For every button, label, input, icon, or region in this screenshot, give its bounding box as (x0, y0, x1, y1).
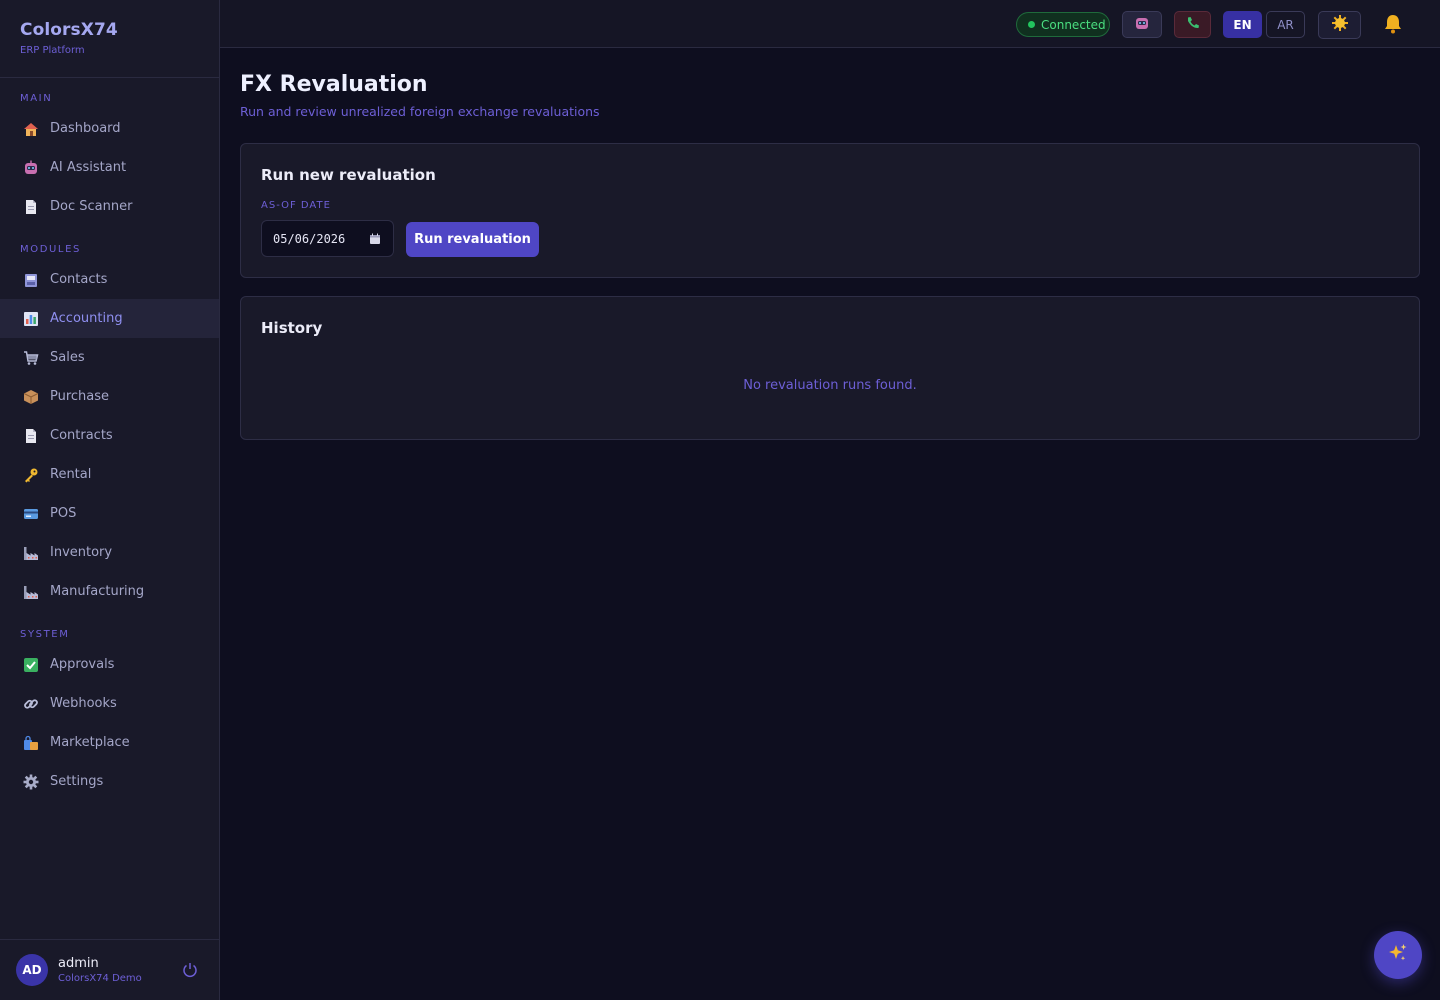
run-revaluation-button[interactable]: Run revaluation (406, 222, 539, 257)
ai-sparkle-button[interactable] (1374, 931, 1422, 979)
sidebar-item-label: Settings (50, 774, 104, 789)
brand-subtitle: ERP Platform (20, 45, 85, 56)
sidebar-item-label: Inventory (50, 545, 113, 560)
sidebar-item-label: Webhooks (50, 696, 117, 711)
brand-title[interactable]: ColorsX74 (20, 20, 199, 40)
sidebar-item-label: Contracts (50, 428, 113, 443)
as-of-date-input[interactable]: 05/06/2026 (261, 220, 394, 257)
shopping-cart-icon (22, 349, 40, 367)
date-value: 05/06/2026 (273, 231, 346, 246)
sidebar-item-doc-scanner[interactable]: Doc Scanner (0, 187, 219, 226)
empty-state-message: No revaluation runs found. (743, 378, 917, 393)
avatar[interactable]: AD (16, 954, 48, 986)
sidebar-item-label: AI Assistant (50, 160, 127, 175)
ai-assistant-button[interactable] (1122, 11, 1162, 38)
topbar: Connected EN AR (220, 0, 1440, 48)
sun-icon (1331, 14, 1349, 36)
document-icon (22, 198, 40, 216)
section-label-system: SYSTEM (20, 629, 70, 640)
factory-icon (22, 544, 40, 562)
page-title: FX Revaluation (240, 72, 428, 97)
connection-status-label: Connected (1041, 17, 1106, 32)
calendar-icon[interactable] (369, 233, 381, 245)
run-revaluation-card: Run new revaluation AS-OF DATE 05/06/202… (240, 143, 1420, 278)
gear-icon (22, 773, 40, 791)
page-subtitle: Run and review unrealized foreign exchan… (240, 104, 600, 119)
power-icon[interactable] (181, 961, 199, 979)
as-of-date-label: AS-OF DATE (261, 200, 331, 211)
sidebar-item-label: POS (50, 506, 77, 521)
sidebar-item-inventory[interactable]: Inventory (0, 533, 219, 572)
address-book-icon (22, 271, 40, 289)
call-button[interactable] (1174, 11, 1211, 38)
shopping-bags-icon (22, 734, 40, 752)
sidebar-item-label: Dashboard (50, 121, 121, 136)
sidebar-item-label: Marketplace (50, 735, 130, 750)
robot-icon (1134, 15, 1150, 35)
sidebar-item-manufacturing[interactable]: Manufacturing (0, 572, 219, 611)
user-org: ColorsX74 Demo (58, 973, 142, 984)
language-ar-button[interactable]: AR (1266, 11, 1305, 38)
check-box-icon (22, 656, 40, 674)
main-content: FX Revaluation Run and review unrealized… (240, 48, 1420, 440)
section-label-modules: MODULES (20, 244, 81, 255)
sidebar-item-label: Rental (50, 467, 92, 482)
sidebar-item-accounting[interactable]: Accounting (0, 299, 219, 338)
sidebar-item-purchase[interactable]: Purchase (0, 377, 219, 416)
document-icon (22, 427, 40, 445)
robot-icon (22, 159, 40, 177)
sidebar-item-label: Sales (50, 350, 85, 365)
status-dot-icon (1028, 21, 1035, 28)
phone-icon (1186, 15, 1200, 34)
sidebar-item-label: Accounting (50, 311, 123, 326)
sparkles-icon (1387, 942, 1409, 968)
sidebar-item-contacts[interactable]: Contacts (0, 260, 219, 299)
bell-icon[interactable] (1382, 13, 1404, 35)
sidebar-item-label: Doc Scanner (50, 199, 133, 214)
sidebar-item-sales[interactable]: Sales (0, 338, 219, 377)
credit-card-icon (22, 505, 40, 523)
card-title: Run new revaluation (261, 166, 436, 184)
sidebar-item-label: Approvals (50, 657, 115, 672)
sidebar-item-contracts[interactable]: Contracts (0, 416, 219, 455)
sidebar-item-approvals[interactable]: Approvals (0, 645, 219, 684)
user-profile[interactable]: AD admin ColorsX74 Demo (0, 939, 219, 1000)
theme-toggle-button[interactable] (1318, 11, 1361, 39)
section-label-main: MAIN (20, 93, 53, 104)
sidebar-item-label: Manufacturing (50, 584, 145, 599)
connection-status-badge: Connected (1016, 12, 1110, 37)
sidebar-item-label: Purchase (50, 389, 110, 404)
package-icon (22, 388, 40, 406)
language-en-button[interactable]: EN (1223, 11, 1262, 38)
sidebar-item-webhooks[interactable]: Webhooks (0, 684, 219, 723)
link-icon (22, 695, 40, 713)
sidebar-item-settings[interactable]: Settings (0, 762, 219, 801)
history-card: History No revaluation runs found. (240, 296, 1420, 440)
key-icon (22, 466, 40, 484)
sidebar-item-label: Contacts (50, 272, 108, 287)
sidebar: ColorsX74 ERP Platform MAIN Dashboard AI… (0, 0, 220, 1000)
brand: ColorsX74 ERP Platform (0, 0, 219, 78)
sidebar-item-ai-assistant[interactable]: AI Assistant (0, 148, 219, 187)
sidebar-item-pos[interactable]: POS (0, 494, 219, 533)
sidebar-item-dashboard[interactable]: Dashboard (0, 109, 219, 148)
card-title: History (261, 319, 323, 337)
sidebar-item-marketplace[interactable]: Marketplace (0, 723, 219, 762)
user-name: admin (58, 956, 99, 971)
factory-icon (22, 583, 40, 601)
house-icon (22, 120, 40, 138)
bar-chart-icon (22, 310, 40, 328)
sidebar-item-rental[interactable]: Rental (0, 455, 219, 494)
